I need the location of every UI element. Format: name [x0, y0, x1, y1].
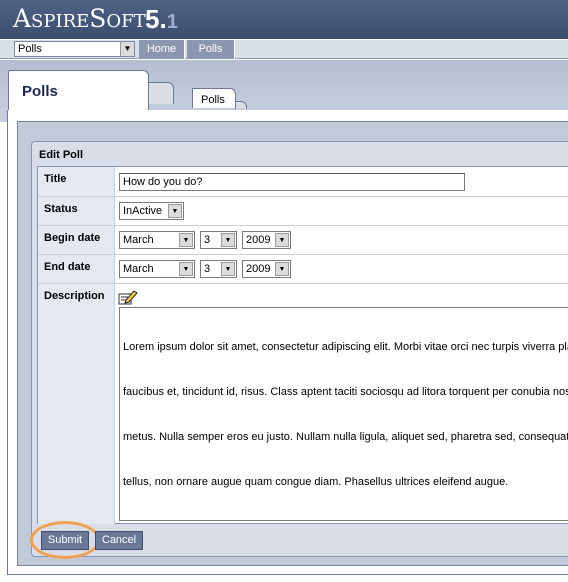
status-row: Status InActive ▼: [38, 197, 568, 226]
triangle-down-icon[interactable]: ▼: [275, 262, 289, 276]
title-input[interactable]: [119, 173, 465, 191]
triangle-down-icon[interactable]: ▼: [221, 262, 235, 276]
triangle-down-icon[interactable]: ▼: [179, 262, 193, 276]
tab-blank: [148, 82, 174, 104]
module-select-value: Polls: [18, 43, 42, 55]
version-minor: 1: [166, 11, 178, 33]
title-row: Title: [38, 167, 568, 197]
nav-bar: Polls ▼ Home Polls: [0, 39, 568, 59]
begin-date-label: Begin date: [38, 226, 115, 254]
triangle-down-icon[interactable]: ▼: [275, 233, 289, 247]
title-label: Title: [38, 167, 115, 196]
end-month-value: March: [123, 263, 154, 275]
begin-date-row: Begin date March ▼ 3 ▼ 2009 ▼: [38, 226, 568, 255]
description-label: Description: [38, 284, 115, 524]
begin-year-select[interactable]: 2009 ▼: [242, 231, 291, 249]
description-line: Lorem ipsum dolor sit amet, consectetur …: [123, 341, 568, 353]
status-select[interactable]: InActive ▼: [119, 202, 184, 220]
end-year-value: 2009: [246, 263, 271, 275]
end-year-select[interactable]: 2009 ▼: [242, 260, 291, 278]
tab-polls-sub[interactable]: Polls: [192, 88, 236, 108]
begin-month-select[interactable]: March ▼: [119, 231, 195, 249]
end-day-value: 3: [204, 263, 211, 275]
tab-corner: [235, 101, 247, 109]
module-select[interactable]: Polls ▼: [14, 41, 135, 57]
nav-home-link[interactable]: Home: [139, 40, 185, 59]
logo-brand: AspireSoft: [13, 4, 146, 33]
description-field-cell: Lorem ipsum dolor sit amet, consectetur …: [116, 284, 568, 524]
description-textarea[interactable]: Lorem ipsum dolor sit amet, consectetur …: [119, 307, 568, 521]
edit-poll-heading: Edit Poll: [39, 149, 83, 161]
cancel-button[interactable]: Cancel: [95, 531, 143, 550]
version-major: 5.: [145, 4, 167, 34]
tab-polls-main[interactable]: Polls: [8, 70, 149, 110]
description-line: metus. Nulla semper eros eu justo. Nulla…: [123, 431, 568, 443]
app-header: AspireSoft™ 5.1: [0, 0, 568, 39]
edit-poll-box: Edit Poll Title Status InActive ▼ Begin …: [31, 141, 568, 557]
end-date-row: End date March ▼ 3 ▼ 2009 ▼: [38, 255, 568, 284]
end-date-label: End date: [38, 255, 115, 283]
edit-poll-form: Title Status InActive ▼ Begin date March…: [37, 166, 568, 524]
triangle-down-icon[interactable]: ▼: [179, 233, 193, 247]
begin-day-select[interactable]: 3 ▼: [200, 231, 237, 249]
nav-polls-link[interactable]: Polls: [187, 40, 235, 59]
status-select-value: InActive: [123, 205, 163, 217]
begin-month-value: March: [123, 234, 154, 246]
logo-version: 5.1: [145, 4, 178, 35]
submit-button[interactable]: Submit: [41, 531, 89, 550]
description-row: Description Lorem ipsum dolor sit amet, …: [38, 284, 568, 524]
end-month-select[interactable]: March ▼: [119, 260, 195, 278]
begin-day-value: 3: [204, 234, 211, 246]
description-line: faucibus et, tincidunt id, risus. Class …: [123, 386, 568, 398]
tab-polls-main-label: Polls: [22, 83, 58, 100]
status-label: Status: [38, 197, 115, 225]
description-line: tellus, non ornare augue quam congue dia…: [123, 476, 509, 488]
triangle-down-icon[interactable]: ▼: [120, 42, 134, 56]
pencil-edit-icon[interactable]: [118, 289, 138, 305]
end-day-select[interactable]: 3 ▼: [200, 260, 237, 278]
triangle-down-icon[interactable]: ▼: [221, 233, 235, 247]
begin-year-value: 2009: [246, 234, 271, 246]
aspiresoft-logo: AspireSoft™ 5.1: [13, 4, 178, 34]
triangle-down-icon[interactable]: ▼: [168, 204, 182, 218]
